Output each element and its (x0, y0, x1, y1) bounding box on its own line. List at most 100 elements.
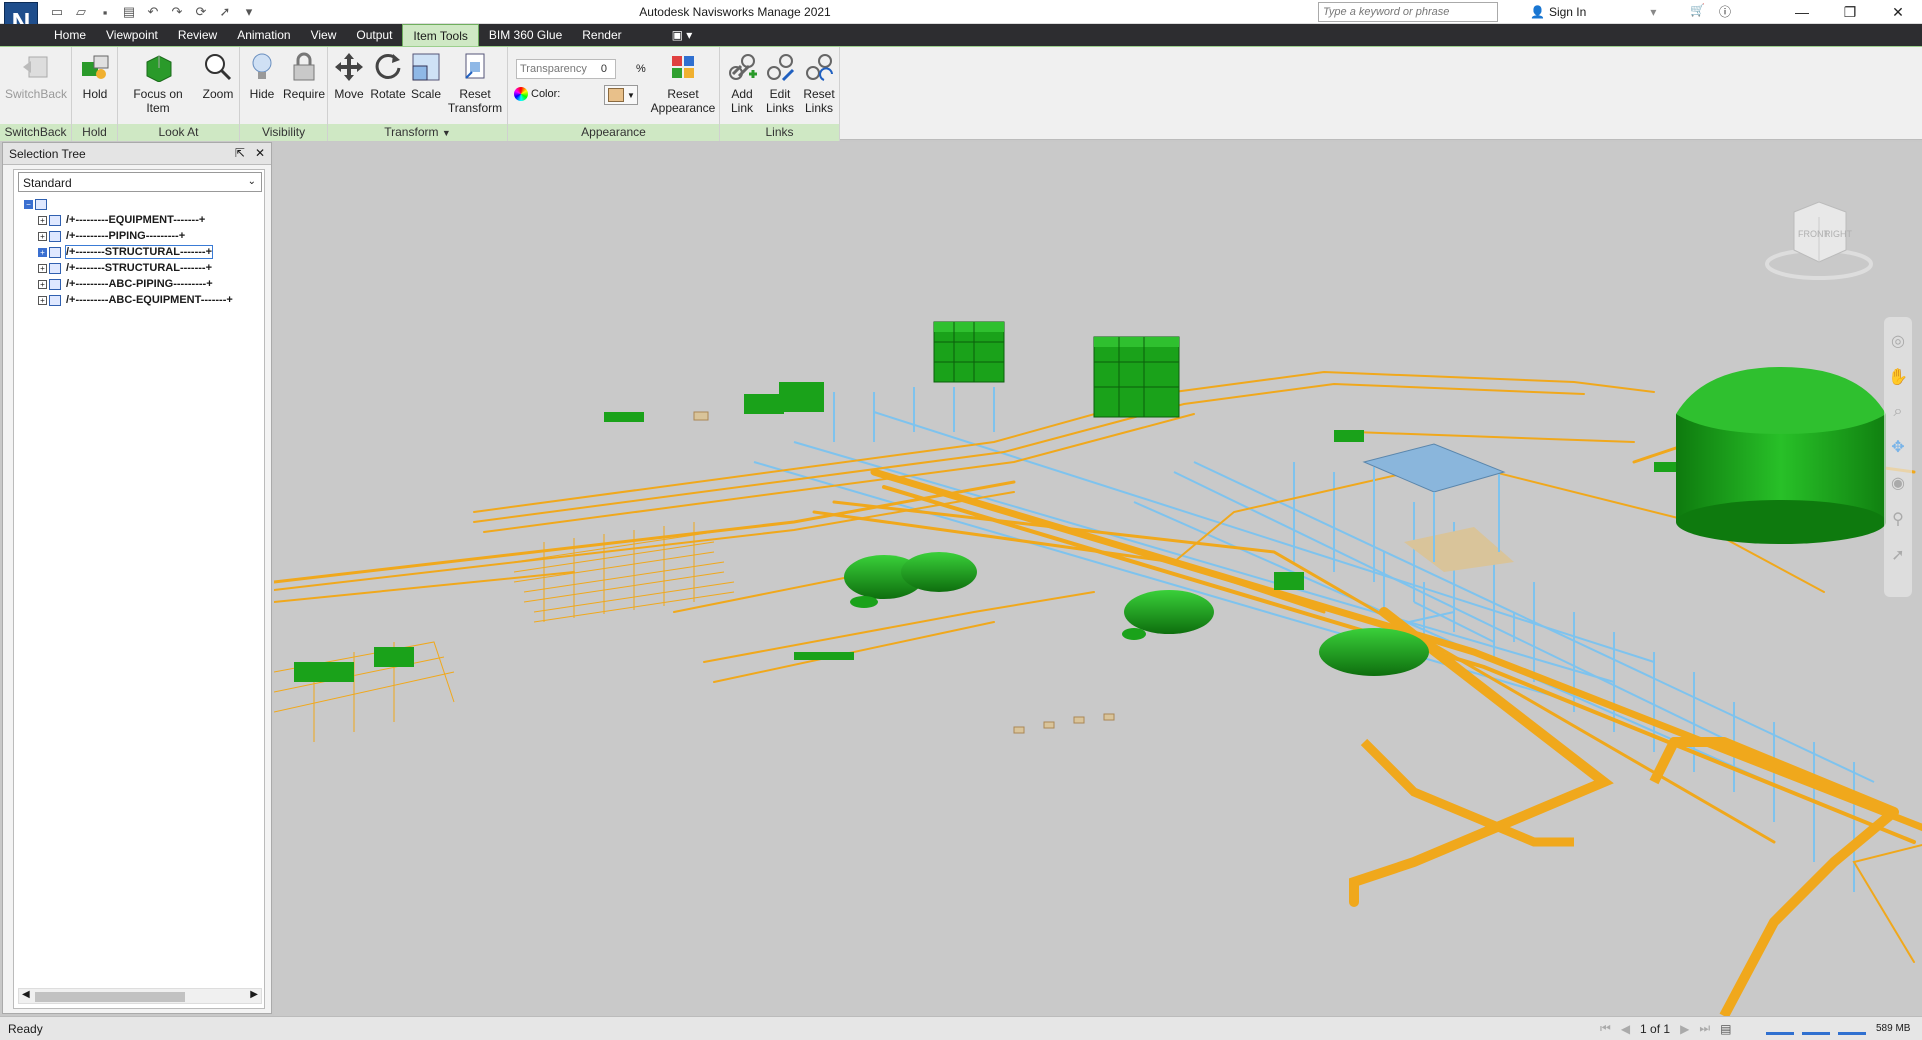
color-swatch (608, 88, 624, 102)
tab-view[interactable]: View (301, 24, 347, 46)
scroll-left-icon[interactable]: ◀ (22, 989, 30, 1000)
add-link-button[interactable]: Add Link (724, 51, 760, 115)
tab-output[interactable]: Output (346, 24, 402, 46)
panel-transform: Move Rotate Scale Reset Transform Transf… (328, 47, 508, 141)
expand-icon[interactable]: + (38, 279, 47, 289)
close-icon[interactable]: ✕ (255, 146, 265, 160)
scroll-thumb[interactable] (35, 992, 185, 1002)
tab-viewpoint[interactable]: Viewpoint (96, 24, 168, 46)
hold-button[interactable]: Hold (76, 51, 114, 101)
ribbon-tab-bar: Home Viewpoint Review Animation View Out… (0, 24, 1922, 46)
minimize-icon[interactable]: — (1778, 0, 1826, 24)
panel-links: Add Link Edit Links Reset Links Links (720, 47, 840, 141)
tree-item[interactable]: + /+--------STRUCTURAL-------+ (24, 260, 264, 276)
tree-root[interactable]: − (24, 196, 264, 212)
transparency-field[interactable]: Transparency 0 (516, 59, 616, 79)
tab-home[interactable]: Home (44, 24, 96, 46)
reset-transform-label-2: Transform (447, 101, 503, 115)
ribbon: SwitchBack SwitchBack Hold Hold Focus on… (0, 46, 1922, 141)
prev-page-icon[interactable]: ◀ (1621, 1022, 1630, 1036)
pin-icon[interactable]: ⇱ (235, 146, 245, 160)
pipe-racks (274, 370, 1922, 963)
reset-appearance-button[interactable]: Reset Appearance (648, 51, 718, 115)
sign-in-button[interactable]: 👤 Sign In ▾ (1530, 5, 1656, 19)
expand-icon[interactable]: + (38, 247, 47, 257)
add-link-label-1: Add (731, 87, 753, 101)
expand-icon[interactable]: + (38, 295, 47, 305)
rotate-button[interactable]: Rotate (368, 51, 408, 101)
tree-item-label: /+---------ABC-PIPING---------+ (66, 278, 213, 290)
reset-links-label-2: Links (804, 101, 833, 115)
tree-item-selected[interactable]: + /+--------STRUCTURAL-------+ (24, 244, 264, 260)
tab-review[interactable]: Review (168, 24, 227, 46)
storage-tank (1676, 367, 1886, 544)
tab-bim360-glue[interactable]: BIM 360 Glue (479, 24, 572, 46)
add-link-icon (726, 51, 758, 83)
viewcube[interactable]: FRONT RIGHT (1764, 192, 1874, 285)
next-page-icon[interactable]: ▶ (1680, 1022, 1689, 1036)
switchback-button[interactable]: SwitchBack (5, 51, 67, 101)
layer-icon (49, 294, 61, 306)
select-icon[interactable]: ➚ (1891, 545, 1904, 565)
restore-icon[interactable]: ❐ (1826, 0, 1874, 24)
walk-icon[interactable]: ⚲ (1892, 509, 1904, 529)
close-icon[interactable]: ✕ (1874, 0, 1922, 24)
tab-render[interactable]: Render (572, 24, 631, 46)
require-button[interactable]: Require (282, 51, 326, 101)
sign-in-label: Sign In (1548, 5, 1587, 19)
focus-on-item-button[interactable]: Focus on Item (120, 51, 196, 115)
tree-item[interactable]: + /+---------PIPING---------+ (24, 228, 264, 244)
move-label: Move (334, 87, 364, 101)
scale-button[interactable]: Scale (408, 51, 444, 101)
edit-links-icon (764, 51, 796, 83)
tree-mode-select[interactable]: Standard ⌄ (18, 172, 262, 192)
pan-icon[interactable]: ✋ (1888, 367, 1908, 387)
memory-usage: 589 MB (1876, 1023, 1911, 1034)
scene-viewport[interactable]: FRONT RIGHT ◎ ✋ ⌕ ✥ ◉ ⚲ ➚ (274, 142, 1922, 1016)
edit-links-button[interactable]: Edit Links (762, 51, 798, 115)
tree-item[interactable]: + /+---------ABC-EQUIPMENT-------+ (24, 292, 264, 308)
help-icon[interactable]: ⓘ (1719, 3, 1731, 20)
zoom-button[interactable]: Zoom (200, 51, 236, 101)
selection-tree-header: Selection Tree ⇱ ✕ (3, 143, 271, 165)
move-button[interactable]: Move (330, 51, 368, 101)
cart-icon[interactable]: 🛒 (1690, 3, 1705, 20)
expand-icon[interactable]: + (38, 231, 47, 241)
reset-appearance-label-2: Appearance (650, 101, 716, 115)
layer-icon (49, 246, 61, 258)
panel-visibility: Hide Require Visibility (240, 47, 328, 141)
steering-wheel-icon[interactable]: ◎ (1891, 331, 1905, 351)
tree-item-label: /+--------STRUCTURAL-------+ (66, 262, 213, 274)
expand-icon[interactable]: + (38, 263, 47, 273)
zoom-window-icon[interactable]: ⌕ (1894, 403, 1903, 421)
reset-links-button[interactable]: Reset Links (800, 51, 838, 115)
scroll-right-icon[interactable]: ▶ (250, 989, 258, 1000)
orbit-icon[interactable]: ✥ (1891, 437, 1904, 457)
color-picker-dropdown[interactable]: ▼ (604, 85, 638, 105)
tree-item[interactable]: + /+---------EQUIPMENT-------+ (24, 212, 264, 228)
hide-button[interactable]: Hide (244, 51, 280, 101)
tab-item-tools[interactable]: Item Tools (402, 24, 479, 46)
tree-item-label: /+---------ABC-EQUIPMENT-------+ (66, 294, 233, 306)
status-icons (1766, 1021, 1866, 1035)
sheet-list-icon[interactable]: ▤ (1720, 1022, 1731, 1036)
first-page-icon[interactable]: ⏮ (1600, 1021, 1611, 1036)
expand-icon[interactable]: + (38, 215, 47, 225)
lightbulb-icon (246, 51, 278, 83)
color-wheel-icon (514, 87, 528, 101)
collapse-icon[interactable]: − (24, 199, 33, 209)
scale-icon (410, 51, 442, 83)
reset-transform-button[interactable]: Reset Transform (446, 51, 504, 115)
look-icon[interactable]: ◉ (1891, 473, 1905, 493)
edit-links-label-2: Links (765, 101, 794, 115)
hide-label: Hide (249, 87, 275, 101)
large-pipe (1360, 738, 1574, 847)
help-search-input[interactable]: Type a keyword or phrase (1318, 2, 1498, 22)
workspace-dropdown[interactable]: ▣ ▾ (662, 24, 703, 46)
horizontal-scrollbar[interactable]: ◀ ▶ (18, 988, 262, 1004)
transform-label: Transform (384, 125, 439, 139)
tree-item[interactable]: + /+---------ABC-PIPING---------+ (24, 276, 264, 292)
panel-label-transform[interactable]: Transform ▼ (328, 124, 507, 141)
tab-animation[interactable]: Animation (227, 24, 300, 46)
last-page-icon[interactable]: ⏭ (1699, 1021, 1710, 1036)
